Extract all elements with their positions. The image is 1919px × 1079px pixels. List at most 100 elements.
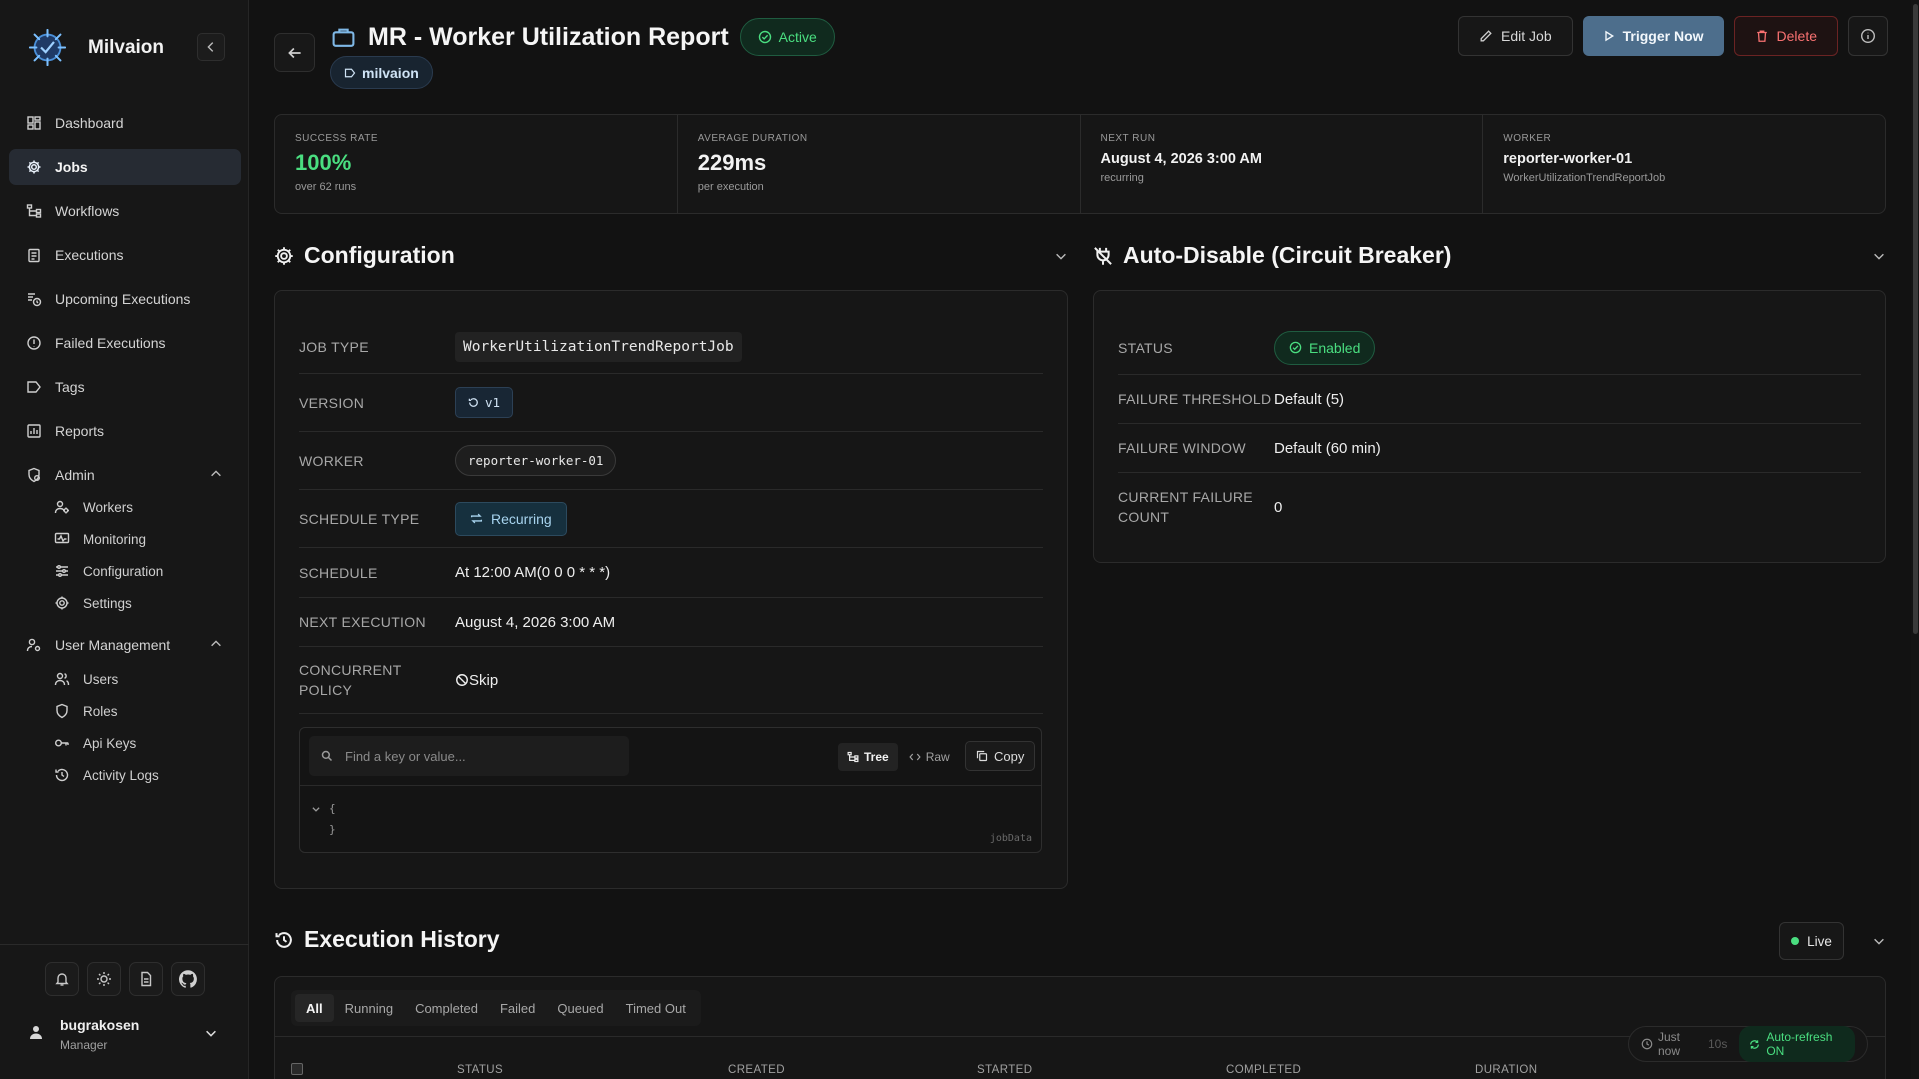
sidebar-item-monitoring[interactable]: Monitoring — [9, 523, 241, 555]
collapse-auto-disable-button[interactable] — [1872, 249, 1886, 263]
stat-label: AVERAGE DURATION — [697, 133, 808, 144]
filter-tab-queued[interactable]: Queued — [546, 994, 614, 1022]
column-header-started[interactable]: STARTED — [977, 1064, 1032, 1076]
sidebar-item-activity-logs[interactable]: Activity Logs — [9, 759, 241, 791]
sidebar-item-label: Reports — [55, 423, 105, 439]
page-scrollbar-thumb[interactable] — [1913, 4, 1918, 634]
filter-tab-completed[interactable]: Completed — [404, 994, 489, 1022]
config-row-worker: WORKER reporter-worker-01 — [299, 432, 1043, 490]
notifications-button[interactable] — [45, 962, 79, 996]
configuration-card: JOB TYPE WorkerUtilizationTrendReportJob… — [274, 290, 1068, 889]
version-value: v1 — [485, 395, 501, 410]
auto-disable-row-current-failure-count: CURRENT FAILURE COUNT 0 — [1118, 473, 1861, 541]
column-header-status[interactable]: STATUS — [457, 1064, 503, 1076]
config-row-schedule-type: SCHEDULE TYPE Recurring — [299, 490, 1043, 548]
sidebar-item-upcoming-executions[interactable]: Upcoming Executions — [9, 281, 241, 317]
sidebar-item-reports[interactable]: Reports — [9, 413, 241, 449]
docs-button[interactable] — [129, 962, 163, 996]
sidebar-item-label: Monitoring — [83, 531, 147, 547]
sidebar-divider — [0, 944, 249, 945]
stat-label: NEXT RUN — [1100, 133, 1156, 144]
auto-refresh-toggle[interactable]: Auto-refresh ON — [1739, 1026, 1855, 1062]
sidebar: Milvaion Dashboard Jobs Workflows Execut… — [0, 0, 249, 1079]
collapse-sidebar-button[interactable] — [197, 33, 225, 61]
filter-tab-timed-out[interactable]: Timed Out — [615, 994, 697, 1022]
sidebar-item-users[interactable]: Users — [9, 663, 241, 695]
stat-label: WORKER — [1503, 133, 1552, 144]
shield-user-icon — [25, 466, 43, 484]
sidebar-group-user-management[interactable]: User Management — [9, 627, 241, 663]
filter-tab-running[interactable]: Running — [334, 994, 404, 1022]
stat-sub: per execution — [697, 181, 764, 193]
config-label: CONCURRENT POLICY — [299, 660, 455, 700]
theme-toggle-button[interactable] — [87, 962, 121, 996]
filter-tab-all[interactable]: All — [295, 994, 334, 1022]
next-execution-value: August 4, 2026 3:00 AM — [455, 613, 616, 631]
copy-json-button[interactable]: Copy — [965, 741, 1036, 771]
sidebar-group-admin[interactable]: Admin — [9, 457, 241, 493]
pencil-icon — [1479, 29, 1501, 43]
json-close-brace: } — [329, 823, 336, 836]
user-profile-menu[interactable]: bugrakosen Manager — [28, 1014, 228, 1056]
info-button[interactable] — [1848, 16, 1888, 56]
trigger-now-button[interactable]: Trigger Now — [1582, 16, 1724, 56]
admin-submenu: Workers Monitoring Configuration Setting… — [9, 491, 241, 619]
clock-icon — [1641, 1038, 1658, 1050]
sidebar-item-label: Jobs — [55, 159, 88, 175]
section-title: Auto-Disable (Circuit Breaker) — [1123, 242, 1452, 268]
collapse-execution-history-button[interactable] — [1872, 934, 1886, 948]
sidebar-item-label: Settings — [83, 595, 132, 611]
user-management-submenu: Users Roles Api Keys Activity Logs — [9, 663, 241, 791]
delete-button[interactable]: Delete — [1733, 16, 1838, 56]
last-refresh: Just now — [1641, 1030, 1700, 1058]
collapse-configuration-button[interactable] — [1054, 249, 1068, 263]
live-toggle-button[interactable]: Live — [1779, 922, 1844, 960]
live-indicator-dot — [1791, 937, 1800, 945]
auto-disable-label: FAILURE THRESHOLD — [1118, 391, 1272, 407]
failure-window-value: Default (60 min) — [1274, 439, 1381, 457]
select-all-checkbox[interactable] — [291, 1063, 303, 1075]
json-search-input[interactable] — [345, 748, 605, 764]
brand[interactable]: Milvaion — [29, 29, 164, 66]
job-tag-label: milvaion — [362, 64, 419, 81]
sidebar-item-settings[interactable]: Settings — [9, 587, 241, 619]
sidebar-item-dashboard[interactable]: Dashboard — [9, 105, 241, 141]
column-header-created[interactable]: CREATED — [728, 1064, 785, 1076]
sidebar-item-tags[interactable]: Tags — [9, 369, 241, 405]
history-icon — [53, 766, 71, 784]
app-root: Milvaion Dashboard Jobs Workflows Execut… — [0, 0, 1919, 1079]
tree-view-button[interactable]: Tree — [838, 743, 898, 771]
sidebar-item-configuration[interactable]: Configuration — [9, 555, 241, 587]
briefcase-icon — [331, 25, 356, 50]
sidebar-item-api-keys[interactable]: Api Keys — [9, 727, 241, 759]
arrow-left-icon — [286, 44, 304, 62]
sidebar-item-roles[interactable]: Roles — [9, 695, 241, 727]
filter-tab-failed[interactable]: Failed — [489, 994, 546, 1022]
sidebar-item-jobs[interactable]: Jobs — [9, 149, 241, 185]
edit-job-button[interactable]: Edit Job — [1458, 16, 1573, 56]
sidebar-item-workers[interactable]: Workers — [9, 491, 241, 523]
execution-history-heading: Execution History — [274, 926, 500, 953]
refresh-interval[interactable]: 10s — [1708, 1037, 1727, 1051]
sidebar-item-executions[interactable]: Executions — [9, 237, 241, 273]
json-root-row[interactable]: { — [311, 798, 336, 819]
refresh-icon — [1749, 1039, 1766, 1050]
github-icon — [179, 970, 197, 988]
job-tag[interactable]: milvaion — [330, 56, 433, 89]
github-button[interactable] — [171, 962, 205, 996]
repeat-icon — [470, 512, 491, 525]
raw-view-button[interactable]: Raw — [900, 743, 959, 771]
sidebar-item-workflows[interactable]: Workflows — [9, 193, 241, 229]
concurrent-policy-value: Skip — [455, 672, 498, 689]
user-name: bugrakosen — [60, 1017, 140, 1033]
back-button[interactable] — [274, 33, 315, 72]
json-open-brace: { — [329, 802, 336, 815]
worker-value: reporter-worker-01 — [455, 445, 617, 476]
last-refresh-text: Just now — [1658, 1030, 1681, 1058]
chevron-left-icon — [204, 40, 218, 54]
column-header-completed[interactable]: COMPLETED — [1226, 1064, 1301, 1076]
sidebar-item-failed-executions[interactable]: Failed Executions — [9, 325, 241, 361]
sidebar-group-label: Admin — [55, 467, 95, 483]
stats-bar: SUCCESS RATE 100% over 62 runs AVERAGE D… — [274, 114, 1886, 214]
column-header-duration[interactable]: DURATION — [1475, 1064, 1537, 1076]
